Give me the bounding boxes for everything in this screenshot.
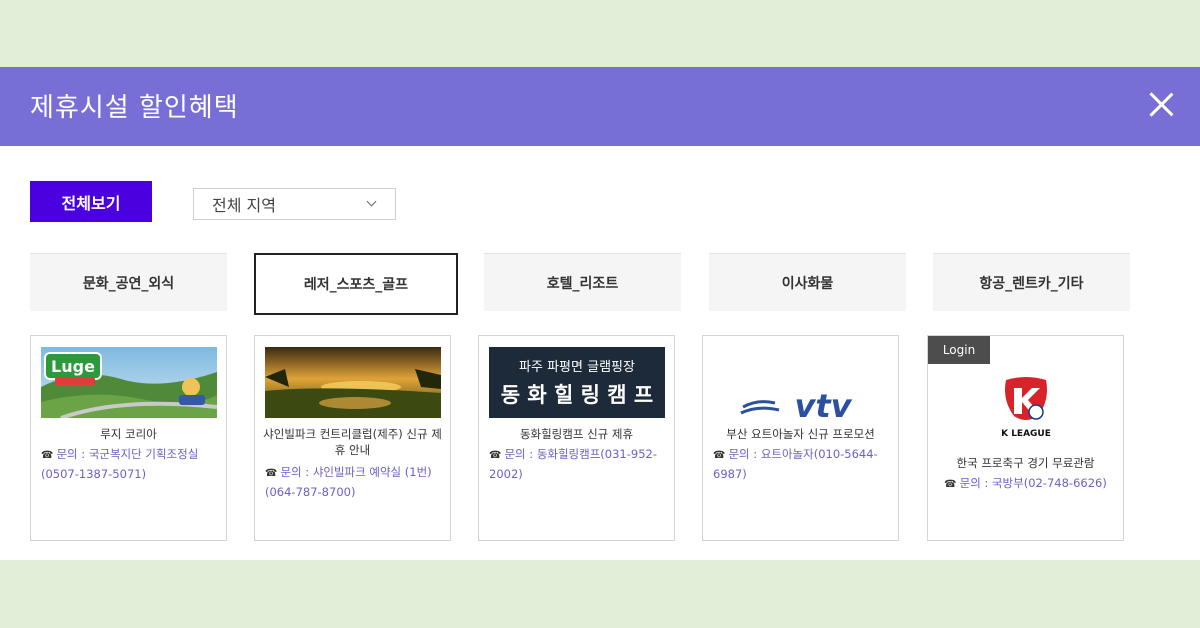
tab-leisure-sports[interactable]: 레저_스포츠_골프 [254, 253, 458, 315]
luge-logo-text: Luge [51, 357, 95, 376]
phone-icon: ☎ [944, 479, 957, 490]
card-image [265, 347, 441, 418]
card-contact: ☎ 문의 : 동화힐링캠프(031-952-2002) [489, 447, 657, 481]
card-yacht-anolja[interactable]: vtv 부산 요트아놀자 신규 프로모션 ☎ 문의 : 요트아놀자(010-564… [702, 335, 899, 541]
tab-airline-rental[interactable]: 항공_렌트카_기타 [933, 253, 1130, 311]
card-image: vtv [713, 347, 889, 418]
tab-moving[interactable]: 이사화물 [709, 253, 906, 311]
card-name: 루지 코리아 [100, 427, 157, 441]
chevron-down-icon [366, 196, 377, 207]
phone-icon: ☎ [713, 450, 726, 461]
close-icon[interactable] [1148, 91, 1174, 117]
card-contact: ☎ 문의 : 요트아놀자(010-5644-6987) [713, 447, 878, 481]
phone-icon: ☎ [489, 450, 502, 461]
card-contact: ☎ 문의 : 국군복지단 기획조정실 (0507-1387-5071) [41, 447, 199, 481]
region-select[interactable]: 전체 지역 [193, 188, 396, 220]
camp-location-text: 파주 파평면 글램핑장 [519, 360, 635, 375]
view-all-button[interactable]: 전체보기 [30, 181, 152, 222]
camp-name-text: 동 화 힐 링 캠 프 [500, 383, 654, 407]
card-luge-korea[interactable]: Luge 루지 코리아 ☎ 문의 : 국군복지단 기획조정실 (0507-1387… [30, 335, 227, 541]
k-league-logo-icon: K LEAGUE [1001, 377, 1051, 438]
vtv-logo-text: vtv [794, 387, 852, 418]
card-shineville-cc[interactable]: 샤인빌파크 컨트리클럽(제주) 신규 제휴 안내 ☎ 문의 : 샤인빌파크 예약실… [254, 335, 451, 541]
tab-culture[interactable]: 문화_공연_외식 [30, 253, 227, 311]
modal-title: 제휴시설 할인혜택 [30, 93, 239, 123]
tab-hotel-resort[interactable]: 호텔_리조트 [484, 253, 681, 311]
login-badge: Login [928, 336, 990, 364]
card-name: 부산 요트아놀자 신규 프로모션 [726, 427, 875, 441]
card-image: 파주 파평면 글램핑장 동 화 힐 링 캠 프 [489, 347, 665, 418]
card-donghwa-camp[interactable]: 파주 파평면 글램핑장 동 화 힐 링 캠 프 동화힐링캠프 신규 제휴 ☎ 문의… [478, 335, 675, 541]
svg-text:K LEAGUE: K LEAGUE [1001, 429, 1051, 438]
phone-icon: ☎ [265, 468, 278, 479]
benefits-modal: 제휴시설 할인혜택 전체보기 전체 지역 문화_공연_외식 레저_스포츠_골프 … [0, 67, 1200, 560]
card-k-league[interactable]: Login K LEAGUE 한국 프로축구 경기 무료관람 ☎ 문의 : 국방부… [927, 335, 1124, 541]
card-contact: ☎ 문의 : 샤인빌파크 예약실 (1번) (064-787-8700) [265, 465, 432, 499]
card-name: 한국 프로축구 경기 무료관람 [956, 456, 1095, 470]
card-image: Luge [41, 347, 217, 418]
region-select-value: 전체 지역 [212, 196, 276, 215]
card-contact: ☎ 문의 : 국방부(02-748-6626) [944, 476, 1107, 490]
card-name: 동화힐링캠프 신규 제휴 [519, 427, 634, 441]
card-name: 샤인빌파크 컨트리클럽(제주) 신규 제휴 안내 [263, 427, 442, 457]
modal-header: 제휴시설 할인혜택 [0, 67, 1200, 146]
phone-icon: ☎ [41, 450, 54, 461]
